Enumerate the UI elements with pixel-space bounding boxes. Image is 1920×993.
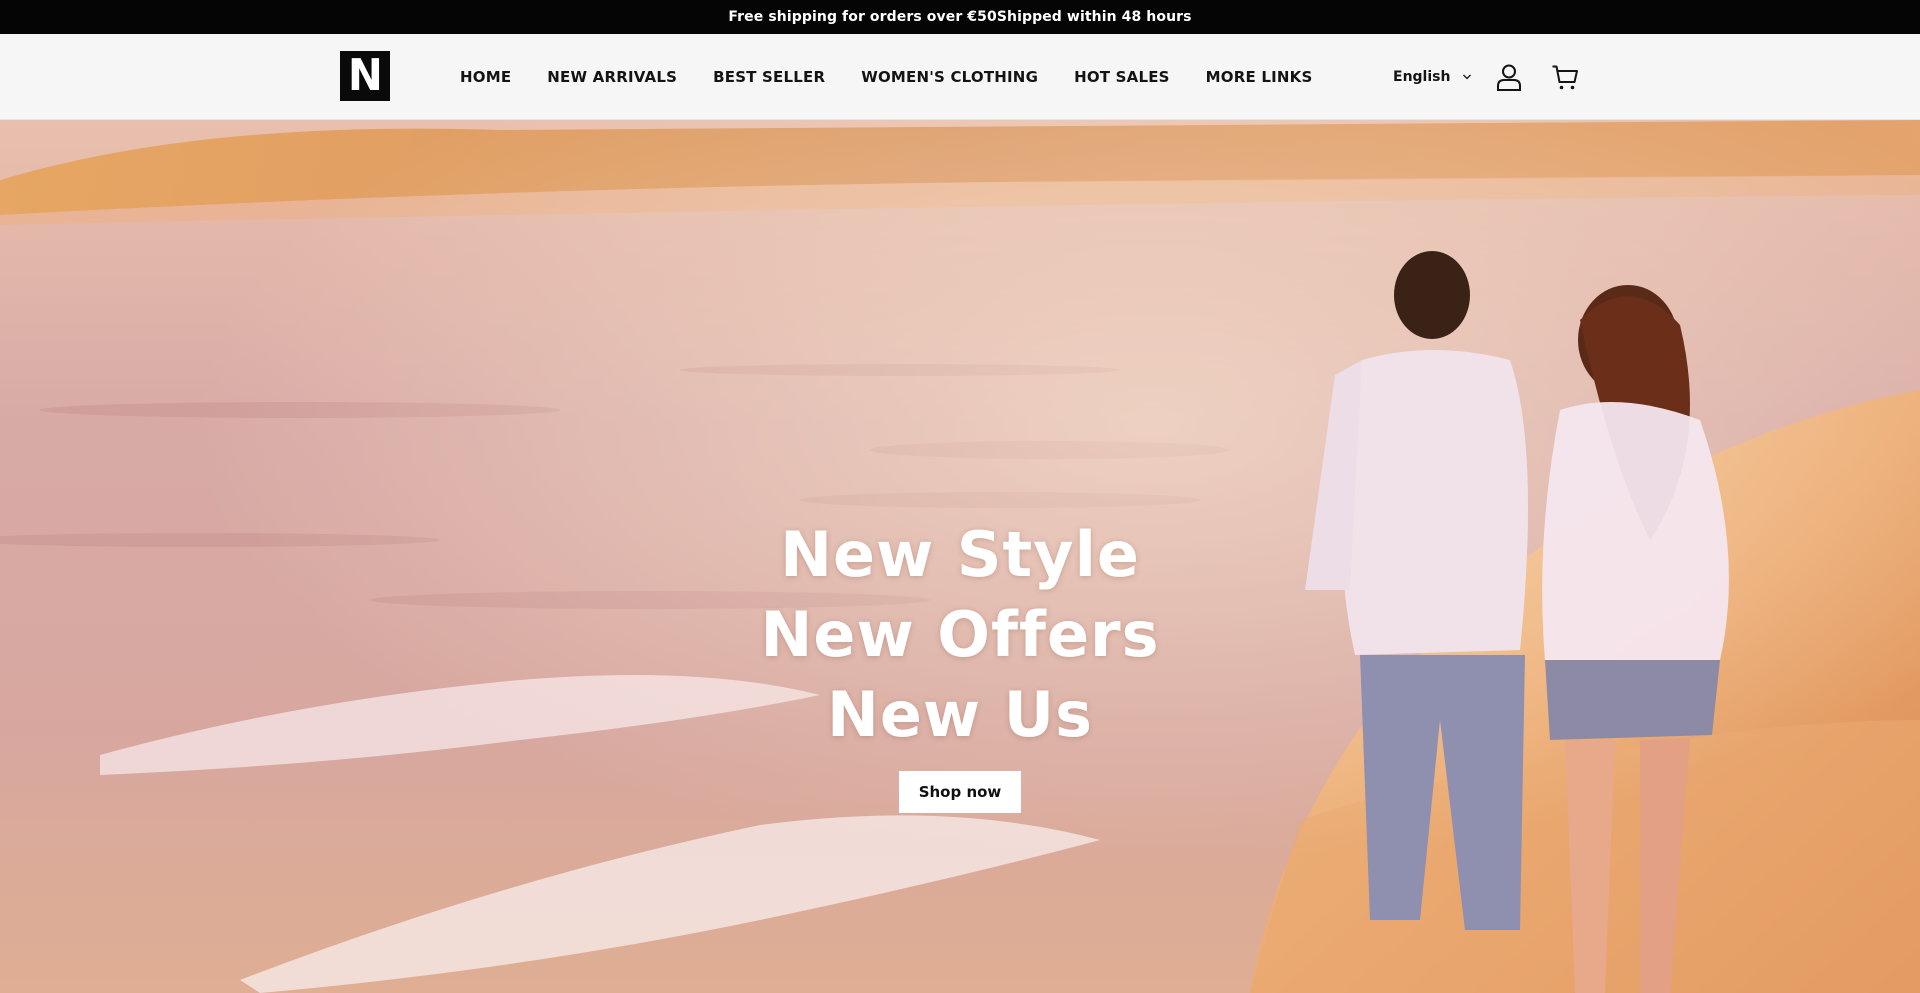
cart-button[interactable]	[1551, 63, 1579, 91]
user-icon	[1497, 64, 1521, 91]
hero-content: New Style New Offers New Us Shop now	[0, 515, 1920, 813]
language-label: English	[1393, 69, 1451, 85]
nav-item-best-seller[interactable]: BEST SELLER	[713, 68, 825, 86]
nav-item-hot-sales[interactable]: HOT SALES	[1074, 68, 1170, 86]
hero-heading-line-2: New Offers	[760, 598, 1160, 671]
announcement-text: Free shipping for orders over €50Shipped…	[728, 9, 1192, 25]
logo-letter: N	[347, 50, 383, 101]
nav-item-more-links[interactable]: MORE LINKS	[1206, 68, 1313, 86]
main-nav: HOME NEW ARRIVALS BEST SELLER WOMEN'S CL…	[460, 34, 1313, 120]
logo[interactable]: N	[340, 51, 390, 101]
nav-item-womens-clothing[interactable]: WOMEN'S CLOTHING	[861, 68, 1038, 86]
hero-heading-line-3: New Us	[826, 678, 1094, 751]
language-selector[interactable]: English	[1393, 34, 1472, 120]
announcement-bar: Free shipping for orders over €50Shipped…	[0, 0, 1920, 34]
shop-now-button[interactable]: Shop now	[899, 771, 1021, 813]
nav-item-new-arrivals[interactable]: NEW ARRIVALS	[547, 68, 677, 86]
hero-heading-line-1: New Style	[780, 518, 1140, 591]
nav-item-home[interactable]: HOME	[460, 68, 511, 86]
account-button[interactable]	[1495, 63, 1523, 91]
chevron-down-icon	[1463, 74, 1472, 80]
site-header: N HOME NEW ARRIVALS BEST SELLER WOMEN'S …	[0, 34, 1920, 120]
hero-banner: New Style New Offers New Us Shop now	[0, 120, 1920, 993]
cart-icon	[1552, 65, 1578, 90]
